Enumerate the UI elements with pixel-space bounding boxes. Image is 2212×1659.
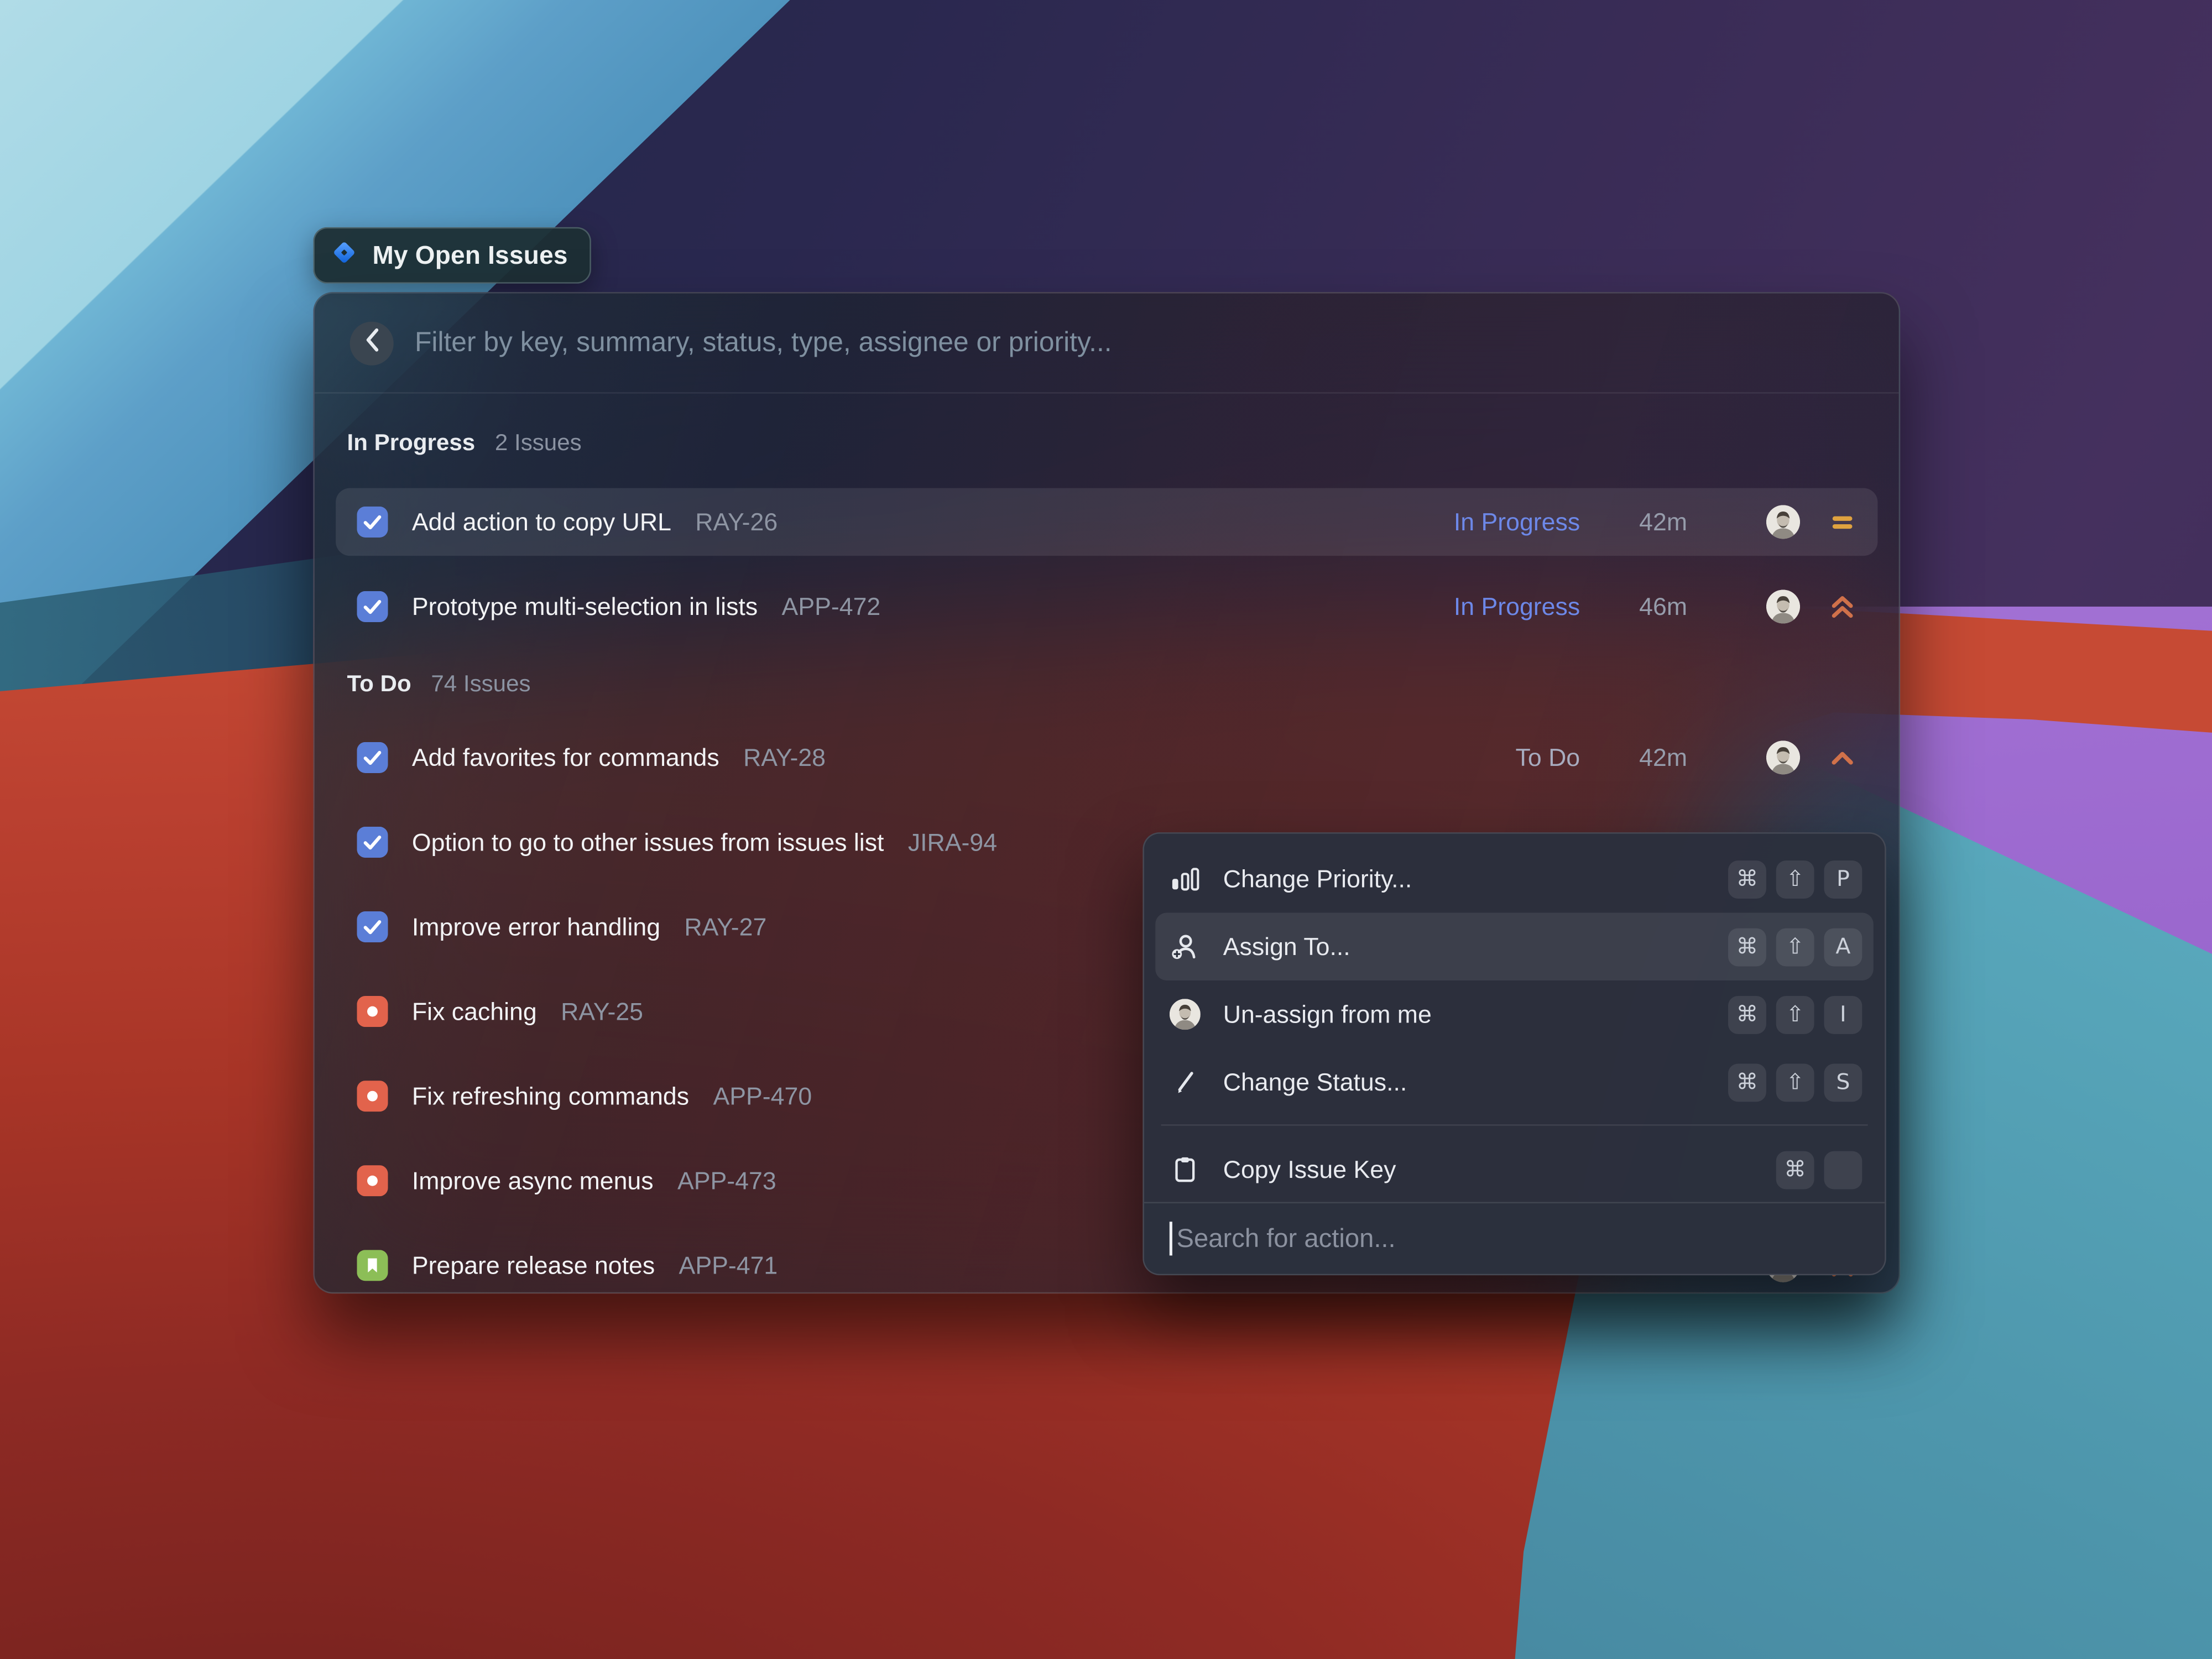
back-button[interactable] — [350, 321, 394, 364]
story-icon — [357, 1250, 388, 1281]
action-search-input[interactable]: Search for action... — [1177, 1223, 1396, 1254]
keycap: ⌘ — [1728, 860, 1766, 898]
shortcut-keys: ⌘ ⇧ I — [1728, 995, 1862, 1034]
bug-icon — [357, 1165, 388, 1196]
status-label: To Do — [1516, 743, 1580, 773]
menu-item[interactable]: Un-assign from me⌘ ⇧ I — [1155, 980, 1873, 1048]
checkbox-checked-icon — [357, 742, 388, 773]
keycap: I — [1824, 995, 1862, 1034]
menu-item-label: Change Priority... — [1223, 864, 1728, 894]
issue-title: Fix refreshing commands — [412, 1081, 689, 1111]
assignee-avatar — [1744, 505, 1823, 539]
status-label: In Progress — [1454, 592, 1580, 622]
menu-item-label: Copy Issue Key — [1223, 1155, 1776, 1185]
issue-key: APP-473 — [677, 1166, 776, 1196]
action-menu-items: Change Priority...⌘⇧PAssign To...⌘⇧AUn-a… — [1144, 834, 1885, 1215]
issue-key: APP-470 — [713, 1081, 812, 1111]
command-badge[interactable]: My Open Issues — [313, 227, 592, 284]
menu-item[interactable]: Copy Issue Key⌘ — [1155, 1136, 1873, 1203]
menu-item[interactable]: Change Priority...⌘ ⇧ P — [1155, 845, 1873, 912]
priority-bars-icon — [1170, 863, 1201, 894]
menu-item-label: Assign To... — [1223, 932, 1728, 962]
bug-icon — [357, 996, 388, 1027]
assign-person-icon — [1170, 931, 1201, 962]
keycap: ⇧ — [1776, 860, 1814, 898]
section-header: In Progress 2 Issues — [347, 430, 1866, 457]
issue-key: JIRA-94 — [908, 827, 997, 857]
shortcut-keys: ⌘ ⇧ A — [1728, 927, 1862, 966]
checkbox-checked-icon — [357, 507, 388, 538]
section-header: To Do 74 Issues — [347, 671, 1866, 698]
search-header: Filter by key, summary, status, type, as… — [315, 294, 1899, 394]
chevron-left-icon — [363, 327, 380, 359]
issue-title: Improve error handling — [412, 912, 660, 942]
action-search-bar[interactable]: Search for action... — [1144, 1202, 1885, 1274]
issue-key: APP-471 — [679, 1250, 778, 1280]
section-title: To Do — [347, 671, 411, 698]
checkbox-checked-icon — [357, 827, 388, 858]
search-input[interactable]: Filter by key, summary, status, type, as… — [415, 327, 1112, 359]
command-badge-label: My Open Issues — [372, 241, 567, 270]
bug-icon — [357, 1081, 388, 1112]
assignee-avatar — [1744, 740, 1823, 774]
keycap: ⇧ — [1776, 1063, 1814, 1101]
menu-item-label: Un-assign from me — [1223, 999, 1728, 1029]
priority-medium-icon — [1823, 508, 1856, 536]
keycap: A — [1824, 927, 1862, 966]
keycap: P — [1824, 860, 1862, 898]
keycap: ⇧ — [1776, 927, 1814, 966]
shortcut-keys: ⌘ — [1776, 1150, 1863, 1188]
issue-title: Add action to copy URL — [412, 507, 671, 537]
issue-title: Prototype multi-selection in lists — [412, 592, 758, 622]
keycap: ⌘ — [1728, 1063, 1766, 1101]
issue-key: RAY-26 — [695, 507, 778, 537]
updated-time: 46m — [1580, 592, 1687, 622]
issue-row[interactable]: Prototype multi-selection in lists APP-47… — [336, 573, 1877, 640]
keycap — [1824, 1150, 1862, 1188]
issue-key: APP-472 — [782, 592, 881, 622]
keycap: ⌘ — [1728, 927, 1766, 966]
action-menu: Change Priority...⌘⇧PAssign To...⌘⇧AUn-a… — [1142, 832, 1886, 1275]
issue-key: RAY-27 — [684, 912, 766, 942]
keycap: ⌘ — [1776, 1150, 1814, 1188]
shortcut-keys: ⌘ ⇧ S — [1728, 1063, 1862, 1101]
updated-time: 42m — [1580, 743, 1687, 773]
keycap: ⇧ — [1776, 995, 1814, 1034]
assignee-avatar — [1744, 589, 1823, 623]
updated-time: 42m — [1580, 507, 1687, 537]
menu-divider — [1161, 1124, 1867, 1126]
section-title: In Progress — [347, 430, 476, 457]
menu-item[interactable]: Assign To...⌘ ⇧ A — [1155, 913, 1873, 980]
issue-row[interactable]: Add action to copy URL RAY-26 In Progress4… — [336, 488, 1877, 556]
issue-title: Add favorites for commands — [412, 743, 719, 773]
clipboard-icon — [1170, 1154, 1201, 1185]
keycap: S — [1824, 1063, 1862, 1101]
menu-item-label: Change Status... — [1223, 1067, 1728, 1097]
issue-title: Fix caching — [412, 997, 537, 1026]
priority-high-icon — [1823, 743, 1856, 771]
issue-title: Prepare release notes — [412, 1250, 655, 1280]
checkbox-checked-icon — [357, 911, 388, 942]
jira-diamond-icon — [330, 238, 358, 273]
issue-key: RAY-28 — [743, 743, 826, 773]
issue-key: RAY-25 — [561, 997, 643, 1026]
issue-title: Option to go to other issues from issues… — [412, 827, 884, 857]
text-cursor — [1170, 1222, 1172, 1255]
section-count: 2 Issues — [495, 430, 582, 457]
pencil-icon — [1170, 1067, 1201, 1098]
priority-highest-icon — [1823, 592, 1856, 620]
menu-item[interactable]: Change Status...⌘ ⇧ S — [1155, 1048, 1873, 1115]
issue-title: Improve async menus — [412, 1166, 654, 1196]
shortcut-keys: ⌘ ⇧ P — [1728, 860, 1862, 898]
keycap: ⌘ — [1728, 995, 1766, 1034]
section-count: 74 Issues — [431, 671, 530, 698]
screen: My Open Issues Filter by key, summary, s… — [0, 0, 2212, 1659]
status-label: In Progress — [1454, 507, 1580, 537]
checkbox-checked-icon — [357, 591, 388, 622]
avatar-icon — [1170, 999, 1201, 1030]
issue-row[interactable]: Add favorites for commands RAY-28 To Do42m — [336, 724, 1877, 791]
